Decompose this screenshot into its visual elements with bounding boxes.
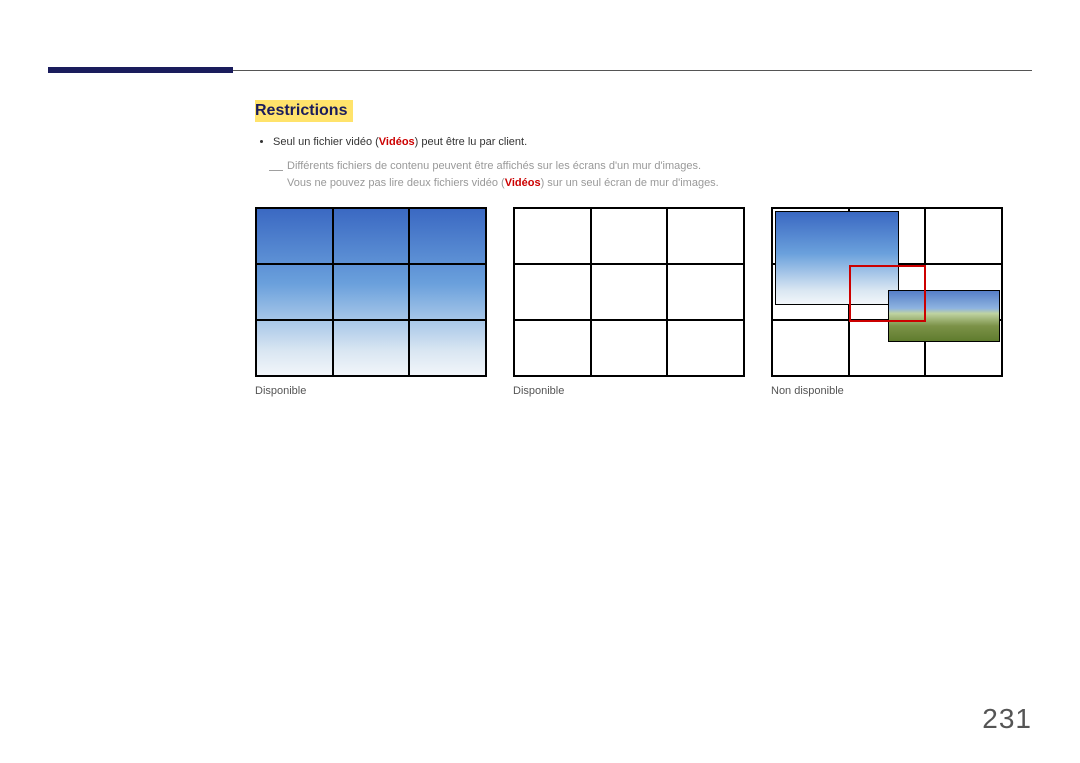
list-item: Seul un fichier vidéo (Vidéos) peut être…	[273, 134, 1032, 152]
video-wall-examples: Disponible Disponible	[255, 207, 1032, 397]
wall-example-1: Disponible	[255, 207, 487, 397]
wall-grid-2	[513, 207, 745, 377]
note-block: Différents fichiers de contenu peuvent ê…	[287, 158, 907, 193]
grid-overlay	[514, 208, 744, 376]
wall-grid-1	[255, 207, 487, 377]
note-line-1: Différents fichiers de contenu peuvent ê…	[287, 160, 701, 172]
page-number: 231	[982, 703, 1032, 735]
document-page: Restrictions Seul un fichier vidéo (Vidé…	[0, 0, 1080, 763]
caption-2: Disponible	[513, 385, 745, 397]
bullet-text-post: ) peut être lu par client.	[415, 136, 528, 148]
caption-1: Disponible	[255, 385, 487, 397]
header-accent-bar	[48, 67, 233, 73]
grid-overlay	[256, 208, 486, 376]
videos-keyword: Vidéos	[379, 136, 415, 148]
wall-example-2: Disponible	[513, 207, 745, 397]
caption-3: Non disponible	[771, 385, 1003, 397]
content-area: Restrictions Seul un fichier vidéo (Vidé…	[255, 100, 1032, 397]
videos-keyword: Vidéos	[505, 177, 541, 189]
grid-overlay	[772, 208, 1002, 376]
note-line-2-post: ) sur un seul écran de mur d'images.	[541, 177, 719, 189]
restrictions-list: Seul un fichier vidéo (Vidéos) peut être…	[255, 134, 1032, 152]
wall-example-3: Non disponible	[771, 207, 1003, 397]
wall-grid-3	[771, 207, 1003, 377]
section-title: Restrictions	[255, 100, 353, 122]
note-line-2-pre: Vous ne pouvez pas lire deux fichiers vi…	[287, 177, 505, 189]
bullet-text-pre: Seul un fichier vidéo (	[273, 136, 379, 148]
